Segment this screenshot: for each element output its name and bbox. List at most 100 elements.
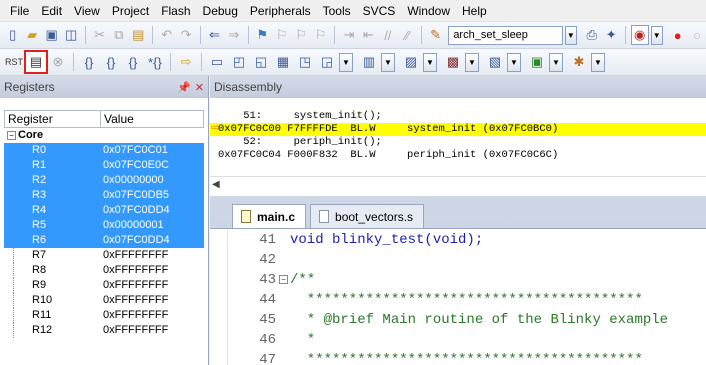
watch-dropdown-icon[interactable]: ▼ [339, 52, 353, 72]
register-row[interactable]: R3 0x07FC0DB5 [4, 188, 204, 203]
menu-tools[interactable]: Tools [317, 0, 357, 22]
register-row[interactable]: R7 0xFFFFFFFF [4, 248, 204, 263]
find-icon[interactable]: ⎙ [583, 25, 600, 45]
register-row[interactable]: R11 0xFFFFFFFF [4, 308, 204, 323]
collapse-icon[interactable]: − [7, 131, 16, 140]
paste-icon[interactable]: ▤ [130, 25, 147, 45]
code-line[interactable]: 42 [210, 250, 706, 270]
find-combo[interactable]: arch_set_sleep [448, 25, 563, 45]
trace-window-icon[interactable]: ▧ [485, 52, 505, 72]
save-icon[interactable]: ▣ [43, 25, 60, 45]
open-folder-icon[interactable]: ▰ [23, 25, 40, 45]
register-value[interactable]: 0x00000001 [100, 218, 164, 233]
system-viewer-icon[interactable]: ▣ [527, 52, 547, 72]
register-row[interactable]: R0 0x07FC0C01 [4, 143, 204, 158]
code-line[interactable]: 45 * @brief Main routine of the Blinky e… [210, 310, 706, 330]
menu-debug[interactable]: Debug [197, 0, 244, 22]
unindent-icon[interactable]: ⇤ [360, 25, 377, 45]
redo-icon[interactable]: ↷ [177, 25, 194, 45]
toolbox-icon[interactable]: ✱ [569, 52, 589, 72]
breakpoint-icon[interactable]: ● [669, 25, 686, 45]
menu-window[interactable]: Window [401, 0, 456, 22]
code-line[interactable]: 46 * [210, 330, 706, 350]
menu-project[interactable]: Project [106, 0, 155, 22]
system-viewer-dropdown-icon[interactable]: ▼ [549, 52, 563, 72]
step-over-icon[interactable]: {} [101, 52, 121, 72]
registers-window-icon[interactable]: ▦ [273, 52, 293, 72]
menu-flash[interactable]: Flash [155, 0, 196, 22]
register-row[interactable]: R12 0xFFFFFFFF [4, 323, 204, 338]
code-line[interactable]: 43−/** [210, 270, 706, 290]
stop-icon[interactable]: ⊗ [48, 52, 68, 72]
scroll-left-icon[interactable]: ◀ [212, 179, 220, 190]
show-next-statement-icon[interactable]: ⇨ [176, 52, 196, 72]
register-value[interactable]: 0xFFFFFFFF [100, 248, 168, 263]
find-in-files-icon[interactable]: ✎ [427, 25, 444, 45]
menu-peripherals[interactable]: Peripherals [244, 0, 317, 22]
register-row[interactable]: R1 0x07FC0E0C [4, 158, 204, 173]
disassembly-horizontal-scrollbar[interactable]: ◀ [210, 176, 706, 194]
register-row[interactable]: R6 0x07FC0DD4 [4, 233, 204, 248]
code-line[interactable]: 44 *************************************… [210, 290, 706, 310]
disassembly-line[interactable]: 52: periph_init(); [210, 136, 706, 149]
uncomment-icon[interactable]: ⁄⁄ [399, 25, 416, 45]
register-value[interactable]: 0xFFFFFFFF [100, 308, 168, 323]
register-row[interactable]: R9 0xFFFFFFFF [4, 278, 204, 293]
new-file-icon[interactable]: ▯ [4, 25, 21, 45]
menu-view[interactable]: View [68, 0, 106, 22]
menu-svcs[interactable]: SVCS [357, 0, 402, 22]
tab-boot-vectors-s[interactable]: boot_vectors.s [310, 204, 425, 228]
watch-window-icon[interactable]: ◲ [317, 52, 337, 72]
tab-main-c[interactable]: main.c [232, 204, 307, 228]
navigate-forward-icon[interactable]: ⇒ [225, 25, 242, 45]
debug-session-dropdown-icon[interactable]: ▼ [650, 25, 663, 45]
menu-help[interactable]: Help [456, 0, 493, 22]
code-editor[interactable]: 41 void blinky_test(void); 42 43−/** 44 ****… [210, 228, 706, 365]
next-bookmark-icon[interactable]: ⚐ [292, 25, 309, 45]
disable-breakpoint-icon[interactable]: ○ [688, 25, 705, 45]
incremental-find-icon[interactable]: ✦ [602, 25, 619, 45]
serial-dropdown-icon[interactable]: ▼ [423, 52, 437, 72]
comment-icon[interactable]: // [379, 25, 396, 45]
register-value[interactable]: 0x07FC0E0C [100, 158, 169, 173]
step-out-icon[interactable]: {} [123, 52, 143, 72]
column-header-value[interactable]: Value [101, 111, 134, 127]
disassembly-line[interactable]: 0x07FC0C04 F000F832 BL.W periph_init (0x… [210, 149, 706, 162]
memory-dropdown-icon[interactable]: ▼ [381, 52, 395, 72]
call-stack-icon[interactable]: ◳ [295, 52, 315, 72]
trace-dropdown-icon[interactable]: ▼ [507, 52, 521, 72]
register-group-core[interactable]: − Core [4, 128, 204, 143]
menu-edit[interactable]: Edit [35, 0, 68, 22]
cut-icon[interactable]: ✂ [91, 25, 108, 45]
pin-icon[interactable]: 📌 [177, 81, 191, 94]
register-row[interactable]: R10 0xFFFFFFFF [4, 293, 204, 308]
copy-icon[interactable]: ⧉ [110, 25, 127, 45]
register-row[interactable]: R4 0x07FC0DD4 [4, 203, 204, 218]
debug-session-icon[interactable]: ◉ [630, 25, 649, 45]
prev-bookmark-icon[interactable]: ⚐ [273, 25, 290, 45]
run-icon[interactable]: ▤ [24, 50, 48, 74]
code-line[interactable]: 47 *************************************… [210, 350, 706, 365]
serial-window-icon[interactable]: ▨ [401, 52, 421, 72]
save-all-icon[interactable]: ◫ [62, 25, 79, 45]
register-value[interactable]: 0x00000000 [100, 173, 164, 188]
register-row[interactable]: R2 0x00000000 [4, 173, 204, 188]
register-value[interactable]: 0x07FC0C01 [100, 143, 168, 158]
disassembly-line[interactable]: 51: system_init(); [210, 110, 706, 123]
analysis-dropdown-icon[interactable]: ▼ [465, 52, 479, 72]
disassembly-current-line[interactable]: ⇨ 0x07FC0C00 F7FFFFDE BL.W system_init (0… [210, 123, 706, 136]
analysis-window-icon[interactable]: ▩ [443, 52, 463, 72]
register-value[interactable]: 0xFFFFFFFF [100, 323, 168, 338]
column-header-register[interactable]: Register [5, 111, 101, 127]
menu-file[interactable]: File [4, 0, 35, 22]
run-to-cursor-icon[interactable]: *{} [145, 52, 165, 72]
toolbox-dropdown-icon[interactable]: ▼ [591, 52, 605, 72]
fold-collapse-icon[interactable]: − [279, 275, 288, 284]
register-value[interactable]: 0x07FC0DB5 [100, 188, 169, 203]
indent-icon[interactable]: ⇥ [340, 25, 357, 45]
step-into-icon[interactable]: {} [79, 52, 99, 72]
close-pane-icon[interactable]: ✕ [195, 81, 204, 94]
register-value[interactable]: 0xFFFFFFFF [100, 293, 168, 308]
register-value[interactable]: 0xFFFFFFFF [100, 278, 168, 293]
find-combo-dropdown-icon[interactable]: ▼ [564, 25, 578, 45]
